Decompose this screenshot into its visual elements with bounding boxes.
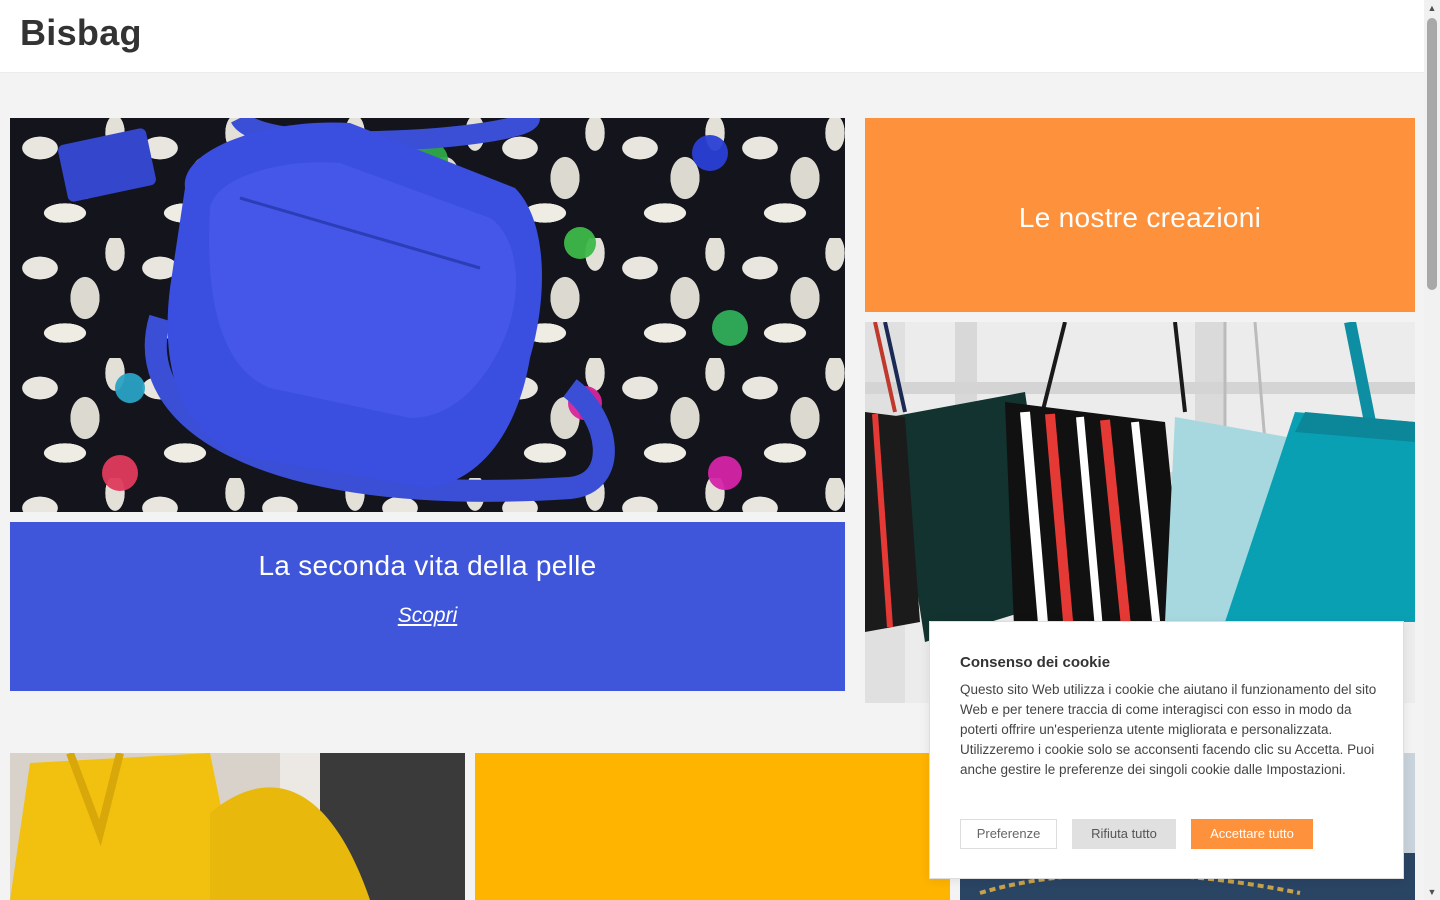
page-scrollbar[interactable]: ▲ ▼	[1424, 0, 1440, 900]
blue-bag-photo	[58, 118, 748, 502]
site-logo[interactable]: Bisbag	[20, 12, 142, 54]
yellow-bag-photo	[10, 753, 465, 900]
cookie-text: Questo sito Web utilizza i cookie che ai…	[960, 682, 1377, 777]
scroll-down-icon[interactable]: ▼	[1424, 884, 1440, 900]
yellow-bag-image[interactable]	[10, 753, 465, 900]
hero-title: La seconda vita della pelle	[258, 550, 597, 581]
scroll-up-icon[interactable]: ▲	[1424, 0, 1440, 16]
accept-all-button[interactable]: Accettare tutto	[1191, 819, 1313, 849]
creations-panel[interactable]: Le nostre creazioni	[865, 118, 1415, 312]
site-header: Bisbag	[0, 0, 1424, 73]
discover-link[interactable]: Scopri	[10, 604, 845, 628]
cookie-title: Consenso dei cookie	[960, 654, 1111, 671]
hero-image[interactable]	[10, 118, 845, 512]
preferences-button[interactable]: Preferenze	[960, 819, 1057, 849]
yellow-tile[interactable]	[475, 753, 950, 900]
hero-panel: La seconda vita della pelle Scopri	[10, 522, 845, 691]
cookie-consent-dialog: Consenso dei cookie Questo sito Web util…	[929, 621, 1404, 879]
creations-title: Le nostre creazioni	[1018, 202, 1262, 233]
scroll-thumb[interactable]	[1427, 18, 1437, 290]
reject-all-button[interactable]: Rifiuta tutto	[1072, 819, 1176, 849]
